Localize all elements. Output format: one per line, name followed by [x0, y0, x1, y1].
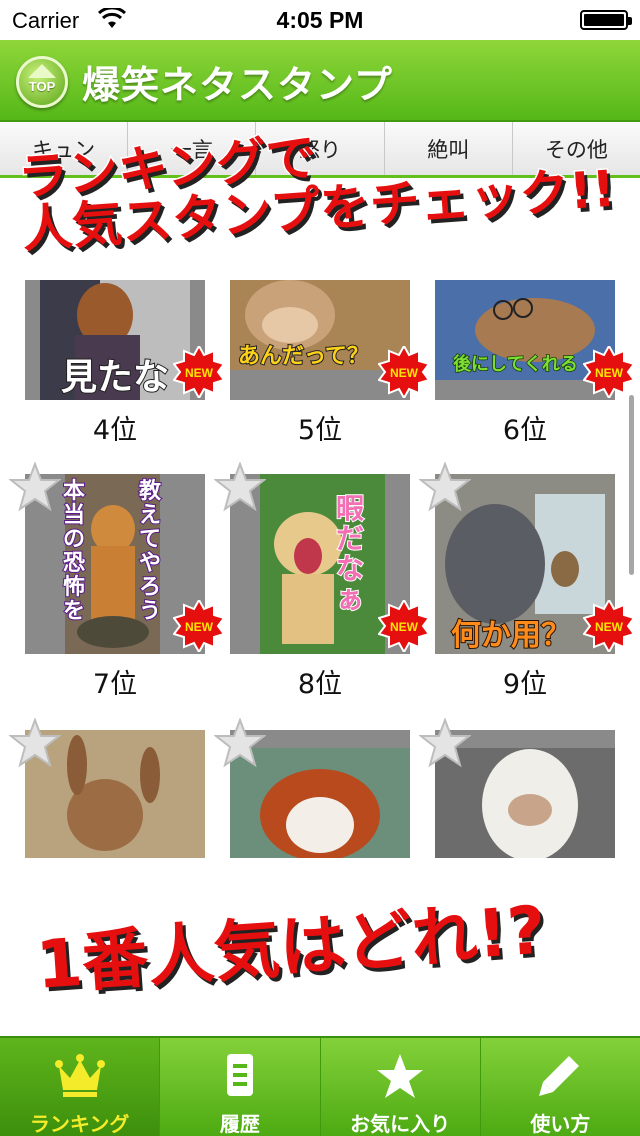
rank-label: 5位	[297, 415, 343, 446]
star-icon[interactable]	[419, 718, 471, 768]
stamp-caption: 何か用？	[450, 617, 572, 654]
star-icon[interactable]	[214, 718, 266, 768]
tab-history[interactable]: 履歴	[160, 1038, 321, 1136]
rank-label: 7位	[92, 669, 138, 700]
rank-label: 9位	[502, 669, 548, 700]
tab-howto[interactable]: 使い方	[481, 1038, 640, 1136]
stamp-caption: 見たな	[60, 356, 170, 399]
tab-ranking[interactable]: ランキング	[0, 1038, 161, 1136]
new-badge-icon: NEW	[378, 346, 430, 398]
stamp-caption: あんだって？	[237, 343, 370, 370]
star-icon[interactable]	[9, 462, 61, 512]
clock: 4:05 PM	[276, 7, 364, 33]
pencil-icon	[539, 1056, 580, 1096]
svg-text:NEW: NEW	[390, 620, 419, 634]
stamp-caption: 後にしてくれる	[452, 353, 578, 376]
promo-banner-bottom: 1番人気はどれ!?	[32, 890, 549, 1005]
crown-icon	[54, 1054, 105, 1097]
svg-text:NEW: NEW	[595, 620, 624, 634]
svg-text:NEW: NEW	[595, 366, 624, 380]
svg-text:NEW: NEW	[390, 366, 419, 380]
tab-favorites[interactable]: お気に入り	[321, 1038, 481, 1136]
stamp-caption: 暇だなぁ	[335, 492, 365, 615]
new-badge-icon: NEW	[378, 600, 430, 652]
star-icon	[377, 1054, 424, 1098]
new-badge-icon: NEW	[583, 346, 635, 398]
bottom-tab-bar: ランキング 履歴 お気に入り 使い方	[0, 1036, 640, 1136]
new-badge-icon: NEW	[173, 346, 225, 398]
stamp-caption-left: 教えてやろう	[138, 479, 162, 625]
rank-label: 4位	[92, 415, 138, 446]
new-badge-icon: NEW	[173, 600, 225, 652]
tab-ranking-label: ランキング	[29, 1112, 130, 1136]
stamp-caption-right: 本当の恐怖を	[62, 479, 86, 625]
up-arrow-icon	[28, 64, 56, 78]
tab-favorites-label: お気に入り	[350, 1112, 451, 1136]
document-icon	[226, 1054, 253, 1096]
app-title: 爆笑ネタスタンプ	[82, 63, 393, 107]
svg-text:NEW: NEW	[185, 620, 214, 634]
rank-label: 6位	[502, 415, 548, 446]
battery-icon	[580, 10, 632, 30]
top-button[interactable]: TOP	[16, 56, 68, 108]
new-badge-icon: NEW	[583, 600, 635, 652]
star-icon[interactable]	[9, 718, 61, 768]
app-header: TOP 爆笑ネタスタンプ	[0, 40, 640, 122]
scroll-indicator[interactable]	[629, 395, 634, 575]
star-icon[interactable]	[419, 462, 471, 512]
status-bar: Carrier 4:05 PM	[0, 0, 640, 40]
tab-howto-label: 使い方	[530, 1112, 591, 1136]
star-icon[interactable]	[214, 462, 266, 512]
tab-history-label: 履歴	[219, 1112, 260, 1136]
rank-label: 8位	[297, 669, 343, 700]
svg-text:NEW: NEW	[185, 366, 214, 380]
top-button-label: TOP	[28, 79, 56, 94]
